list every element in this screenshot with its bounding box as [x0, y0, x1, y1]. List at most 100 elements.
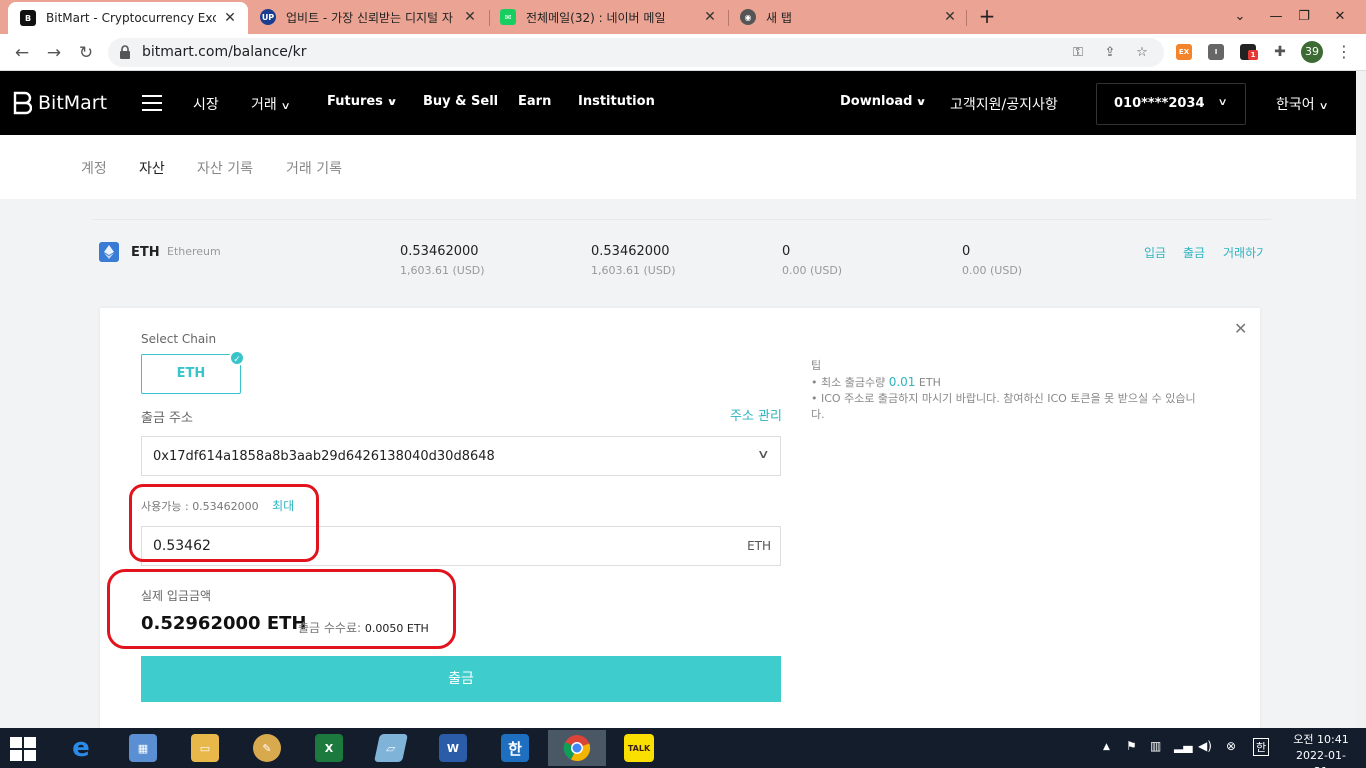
- available-balance-usd: 1,603.61 (USD): [591, 264, 676, 277]
- key-icon[interactable]: ⚿: [1070, 45, 1086, 61]
- extension-ex-icon[interactable]: EX: [1176, 44, 1192, 60]
- chevron-down-icon: ∨: [757, 447, 771, 461]
- restore-icon[interactable]: ❐: [1286, 0, 1322, 34]
- system-clock[interactable]: 오전 10:41 2022-01-21: [1291, 732, 1351, 768]
- withdraw-panel: ✕ Select Chain ETH ✓ 출금 주소 주소 관리 0x17df6…: [100, 308, 1260, 738]
- excel-icon[interactable]: X: [300, 730, 358, 766]
- tab-title: 새 탭: [766, 10, 792, 25]
- file-explorer-icon[interactable]: ▭: [176, 730, 234, 766]
- page-scrollbar[interactable]: [1356, 71, 1366, 728]
- max-button[interactable]: 최대: [272, 499, 294, 513]
- withdraw-fee: 출금 수수료: 0.0050 ETH: [298, 619, 429, 636]
- tips-box: 팁 • 최소 출금수량 0.01 ETH • ICO 주소로 출금하지 마시기 …: [811, 358, 1201, 423]
- other-balance-usd: 0.00 (USD): [962, 264, 1023, 277]
- notes-icon[interactable]: ▱: [362, 730, 420, 766]
- chain-option-eth[interactable]: ETH: [141, 354, 241, 394]
- browser-tab-strip: B BitMart - Cryptocurrency Exchang ✕ UP …: [0, 0, 1366, 34]
- blocked-icon[interactable]: ⊗: [1226, 739, 1236, 753]
- close-icon[interactable]: ✕: [942, 9, 958, 25]
- tip-min-amount: 0.01: [888, 375, 916, 389]
- extension-info-icon[interactable]: I: [1208, 44, 1224, 60]
- url-text[interactable]: bitmart.com/balance/kr: [142, 44, 307, 60]
- hangul-icon[interactable]: 한: [486, 730, 544, 766]
- clock-time: 오전 10:41: [1293, 733, 1349, 746]
- language-dropdown[interactable]: 한국어 ∨: [1276, 94, 1329, 114]
- chevron-down-icon: ∨: [1217, 97, 1228, 108]
- subnav-assets[interactable]: 자산: [139, 158, 165, 178]
- close-icon[interactable]: ✕: [462, 9, 478, 25]
- extensions-puzzle-icon[interactable]: ✚: [1272, 44, 1288, 60]
- kakaotalk-icon[interactable]: TALK: [610, 730, 668, 766]
- tab-search-chevron-icon[interactable]: ⌄: [1222, 0, 1258, 34]
- nav-label: 거래: [251, 97, 277, 113]
- amount-input[interactable]: [153, 538, 653, 554]
- new-tab-plus-icon[interactable]: +: [976, 5, 998, 27]
- account-dropdown[interactable]: 010****2034 ∨: [1096, 83, 1246, 125]
- trade-link[interactable]: 거래하기: [1223, 244, 1263, 261]
- nav-futures[interactable]: Futures ∨: [327, 94, 398, 109]
- withdraw-submit-button[interactable]: 출금: [141, 656, 781, 702]
- back-arrow-icon[interactable]: ←: [10, 41, 34, 65]
- asset-row-eth: ETH Ethereum 0.53462000 1,603.61 (USD) 0…: [93, 219, 1271, 299]
- chrome-menu-icon[interactable]: ⋮: [1336, 42, 1352, 61]
- asset-subnav: 계정 자산 자산 기록 거래 기록: [0, 135, 1356, 199]
- nav-download[interactable]: Download ∨: [840, 94, 927, 109]
- check-icon: ✓: [229, 350, 245, 366]
- bitmart-logo[interactable]: BitMart: [12, 91, 107, 115]
- nav-earn[interactable]: Earn: [518, 94, 551, 109]
- internet-explorer-icon[interactable]: e: [52, 730, 110, 766]
- available-label: 사용가능 :: [141, 500, 189, 513]
- tip-text: • 최소 출금수량: [811, 376, 886, 389]
- share-icon[interactable]: ⇪: [1102, 45, 1118, 61]
- deposit-link[interactable]: 입금: [1144, 244, 1166, 261]
- volume-icon[interactable]: ◀): [1198, 739, 1212, 753]
- control-panel-glyph: ▦: [129, 734, 157, 762]
- word-icon[interactable]: W: [424, 730, 482, 766]
- network-signal-icon[interactable]: ▂▄: [1174, 739, 1192, 753]
- nav-support[interactable]: 고객지원/공지사항: [950, 94, 1058, 114]
- tray-show-hidden-icon[interactable]: ▲: [1103, 742, 1110, 752]
- paint-icon[interactable]: ✎: [238, 730, 296, 766]
- chevron-down-icon: ∨: [1318, 101, 1329, 112]
- browser-toolbar: ← → ↻ bitmart.com/balance/kr ⚿ ⇪ ☆ EX I …: [0, 34, 1366, 71]
- forward-arrow-icon[interactable]: →: [42, 41, 66, 65]
- tip-unit: ETH: [918, 376, 941, 389]
- window-close-icon[interactable]: ✕: [1322, 0, 1358, 34]
- amount-field[interactable]: ETH: [141, 526, 781, 566]
- chrome-icon[interactable]: [548, 730, 606, 766]
- excel-glyph: X: [315, 734, 343, 762]
- address-manage-link[interactable]: 주소 관리: [730, 405, 782, 424]
- action-center-flag-icon[interactable]: ⚑: [1126, 739, 1137, 753]
- tab-separator: [966, 10, 967, 26]
- bookmark-star-icon[interactable]: ☆: [1134, 45, 1150, 61]
- withdraw-link[interactable]: 출금: [1183, 244, 1205, 261]
- address-bar[interactable]: bitmart.com/balance/kr ⚿ ⇪ ☆: [108, 38, 1164, 67]
- tab-naver-mail[interactable]: ✉ 전체메일(32) : 네이버 메일 ✕: [488, 0, 728, 34]
- tab-new-tab[interactable]: ◉ 새 탭 ✕: [728, 0, 968, 34]
- extension-badge-icon[interactable]: 1: [1240, 44, 1258, 60]
- reload-icon[interactable]: ↻: [74, 41, 98, 65]
- actual-amount-label: 실제 입금금액: [141, 589, 212, 603]
- nav-trade[interactable]: 거래 ∨: [251, 94, 291, 114]
- subnav-trade-history[interactable]: 거래 기록: [286, 158, 342, 178]
- windows-start-icon[interactable]: [10, 737, 36, 761]
- withdraw-address-select[interactable]: 0x17df614a1858a8b3aab29d6426138040d30d86…: [141, 436, 781, 476]
- control-panel-icon[interactable]: ▦: [114, 730, 172, 766]
- nav-institution[interactable]: Institution: [578, 94, 655, 109]
- logo-text: BitMart: [38, 92, 108, 114]
- notes-glyph: ▱: [374, 734, 408, 762]
- ime-hangul-indicator[interactable]: 한: [1253, 738, 1270, 756]
- nav-buy-sell[interactable]: Buy & Sell: [423, 94, 498, 109]
- close-icon[interactable]: ✕: [222, 10, 238, 26]
- subnav-asset-history[interactable]: 자산 기록: [197, 158, 253, 178]
- network-device-icon[interactable]: ▥: [1150, 739, 1161, 753]
- tab-upbit[interactable]: UP 업비트 - 가장 신뢰받는 디지털 자 ✕: [248, 0, 488, 34]
- nav-market[interactable]: 시장: [193, 94, 219, 114]
- hamburger-menu-icon[interactable]: [142, 95, 162, 111]
- close-icon[interactable]: ✕: [702, 9, 718, 25]
- total-balance-usd: 1,603.61 (USD): [400, 264, 485, 277]
- tab-bitmart[interactable]: B BitMart - Cryptocurrency Exchang ✕: [8, 2, 248, 34]
- profile-avatar[interactable]: 39: [1301, 41, 1323, 63]
- subnav-account[interactable]: 계정: [81, 158, 107, 178]
- close-icon[interactable]: ✕: [1234, 319, 1247, 338]
